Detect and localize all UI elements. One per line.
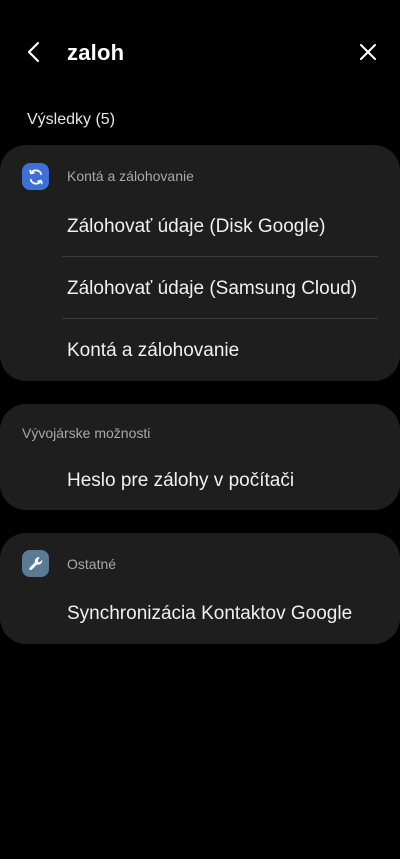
result-group-developer-options: Vývojárske možnosti Heslo pre zálohy v p…	[0, 404, 400, 510]
result-group-accounts-backup: Kontá a zálohovanie Zálohovať údaje (Dis…	[0, 145, 400, 381]
divider	[62, 256, 378, 257]
category-label: Ostatné	[67, 556, 117, 572]
close-icon	[360, 44, 376, 60]
clear-search-button[interactable]	[354, 32, 382, 72]
back-button[interactable]	[18, 32, 50, 72]
chevron-left-icon	[27, 41, 40, 63]
result-item[interactable]: Synchronizácia Kontaktov Google	[0, 583, 400, 645]
result-item[interactable]: Zálohovať údaje (Samsung Cloud)	[0, 258, 400, 320]
result-item[interactable]: Zálohovať údaje (Disk Google)	[0, 196, 400, 258]
result-item[interactable]: Heslo pre zálohy v počítači	[0, 450, 400, 512]
category-label: Vývojárske možnosti	[22, 425, 151, 441]
result-item-label: Synchronizácia Kontaktov Google	[67, 603, 353, 624]
result-item-label: Heslo pre zálohy v počítači	[67, 470, 295, 491]
result-item-label: Kontá a zálohovanie	[67, 340, 240, 361]
result-group-other: Ostatné Synchronizácia Kontaktov Google	[0, 533, 400, 644]
result-item-label: Zálohovať údaje (Disk Google)	[67, 216, 326, 237]
search-toolbar: zaloh	[0, 22, 400, 86]
results-count: Výsledky (5)	[27, 111, 116, 128]
wrench-icon	[22, 550, 49, 577]
result-item-label: Zálohovať údaje (Samsung Cloud)	[67, 278, 358, 299]
search-query[interactable]: zaloh	[67, 40, 124, 66]
divider	[62, 318, 378, 319]
category-label: Kontá a zálohovanie	[67, 168, 194, 184]
result-item[interactable]: Kontá a zálohovanie	[0, 320, 400, 382]
sync-icon	[22, 163, 49, 190]
